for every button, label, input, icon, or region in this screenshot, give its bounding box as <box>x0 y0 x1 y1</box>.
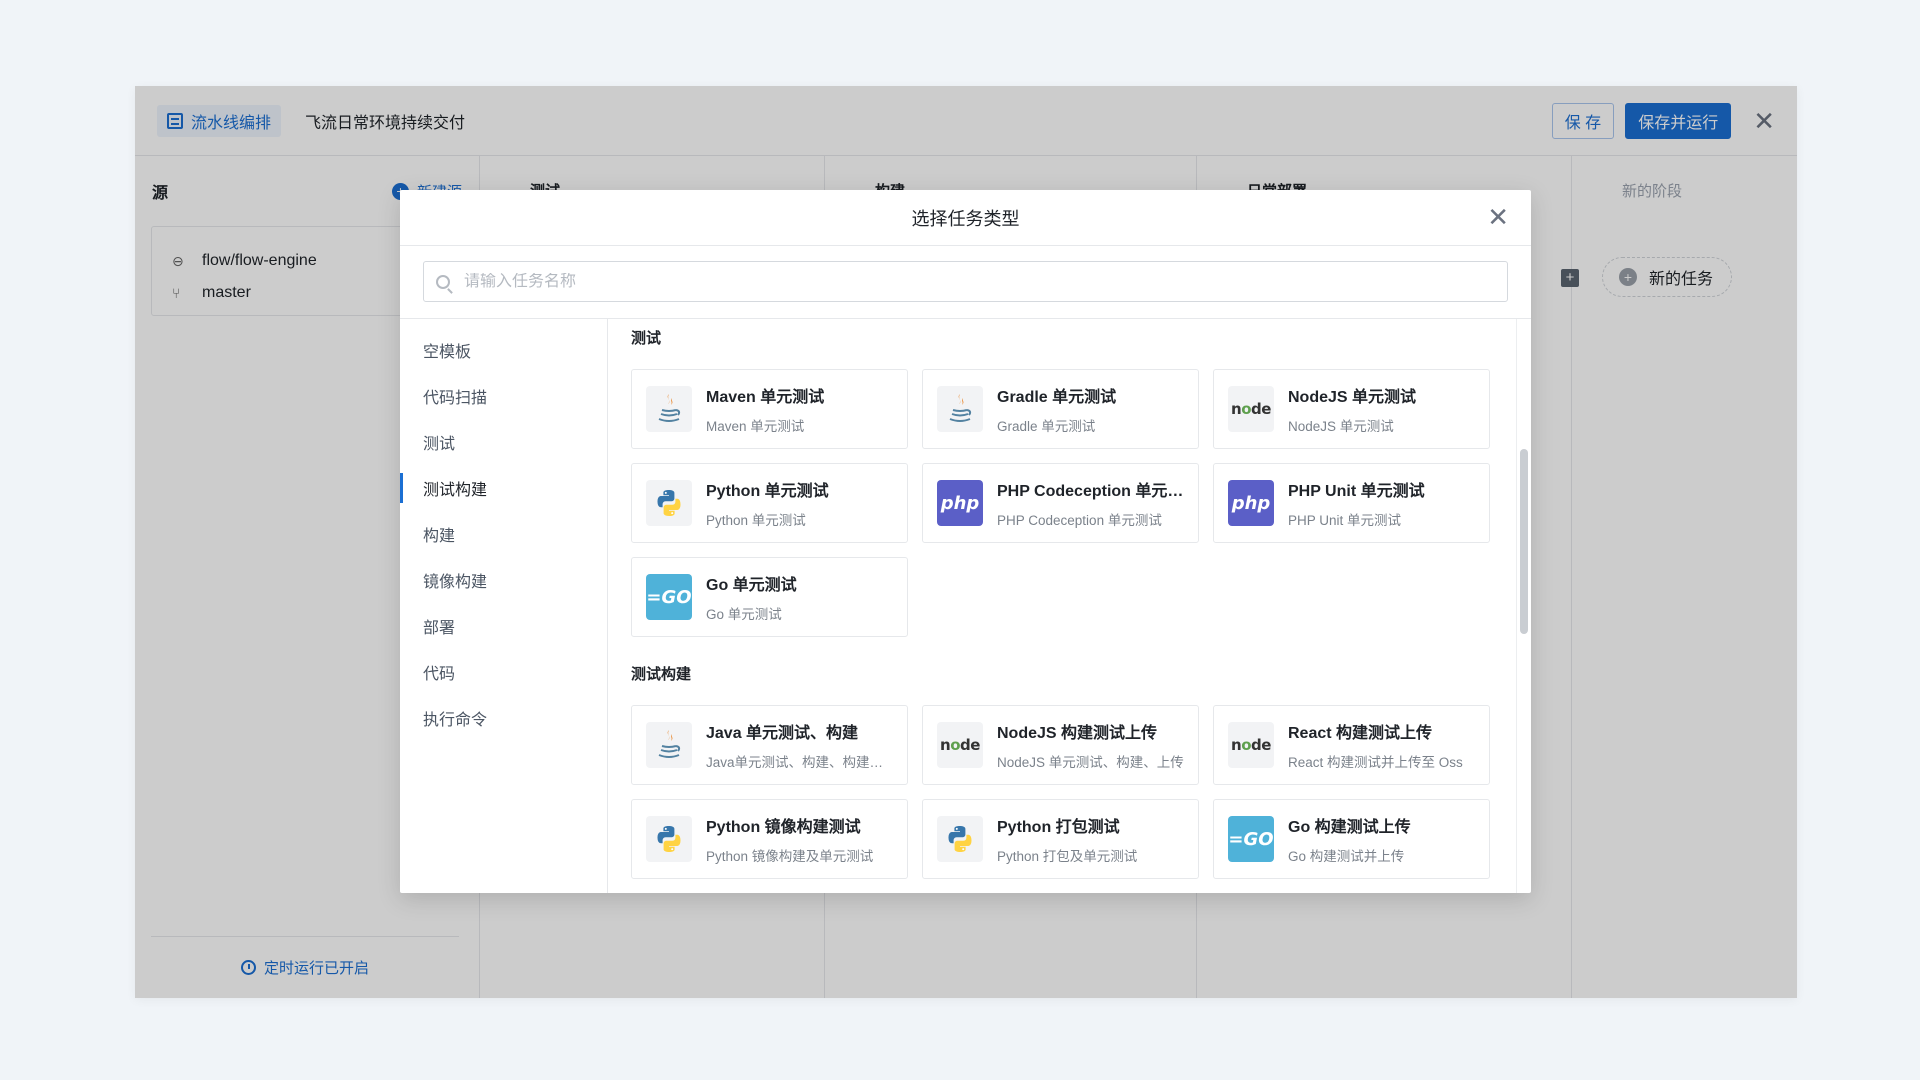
task-card-description: NodeJS 单元测试、构建、上传 <box>997 755 1184 770</box>
go-icon: =GO <box>646 574 692 620</box>
nodejs-icon: n o de <box>937 722 983 768</box>
task-card-title: PHP Codeception 单元测试 <box>997 483 1186 500</box>
task-card[interactable]: n o de NodeJS 单元测试 NodeJS 单元测试 <box>1213 369 1490 449</box>
category-item[interactable]: 代码扫描 <box>400 373 607 419</box>
task-card-title: Python 镜像构建测试 <box>706 819 861 836</box>
task-card-description: Java单元测试、构建、构建物上传 <box>706 755 895 770</box>
task-card-description: Gradle 单元测试 <box>997 419 1096 434</box>
category-item[interactable]: 代码 <box>400 649 607 695</box>
task-card-title: Gradle 单元测试 <box>997 389 1117 406</box>
task-card-description: PHP Unit 单元测试 <box>1288 513 1402 528</box>
scrollbar-track[interactable] <box>1516 319 1531 893</box>
task-card-description: Go 构建测试并上传 <box>1288 849 1405 864</box>
category-item[interactable]: 空模板 <box>400 327 607 373</box>
task-card-title: Python 打包测试 <box>997 819 1120 836</box>
nodejs-icon: n o de <box>1228 386 1274 432</box>
python-icon <box>646 816 692 862</box>
task-card-description: Python 打包及单元测试 <box>997 849 1138 864</box>
python-icon <box>646 480 692 526</box>
section-title: 测试构建 <box>631 666 692 683</box>
task-card-description: PHP Codeception 单元测试 <box>997 513 1162 528</box>
task-card-title: PHP Unit 单元测试 <box>1288 483 1425 500</box>
task-card-description: Python 单元测试 <box>706 513 806 528</box>
task-card-description: NodeJS 单元测试 <box>1288 419 1394 434</box>
java-icon <box>646 722 692 768</box>
task-card[interactable]: Python 打包测试 Python 打包及单元测试 <box>922 799 1199 879</box>
task-card-title: Java 单元测试、构建 <box>706 725 859 742</box>
nodejs-icon: n o de <box>1228 722 1274 768</box>
category-item[interactable]: 构建 <box>400 511 607 557</box>
task-card-description: Go 单元测试 <box>706 607 782 622</box>
task-card-description: Python 镜像构建及单元测试 <box>706 849 874 864</box>
python-icon <box>937 816 983 862</box>
task-card-description: Maven 单元测试 <box>706 419 805 434</box>
task-card[interactable]: n o de React 构建测试上传 React 构建测试并上传至 Oss <box>1213 705 1490 785</box>
go-icon: =GO <box>1228 816 1274 862</box>
dialog-title: 选择任务类型 <box>911 208 1020 229</box>
search-box <box>423 261 1508 302</box>
category-item[interactable]: 执行命令 <box>400 695 607 741</box>
task-list: 测试 Maven 单元测试 Maven 单元测试 Gradle 单元测试 Gradle … <box>608 319 1516 893</box>
task-type-dialog: 选择任务类型 ✕ 空模板代码扫描测试测试构建构建镜像构建部署代码执行命令 测试M… <box>400 190 1531 893</box>
task-card-title: NodeJS 单元测试 <box>1288 389 1417 406</box>
search-icon <box>436 274 450 289</box>
category-item[interactable]: 测试 <box>400 419 607 465</box>
category-item[interactable]: 部署 <box>400 603 607 649</box>
task-card-description: React 构建测试并上传至 Oss <box>1288 755 1463 770</box>
task-card-title: React 构建测试上传 <box>1288 725 1433 742</box>
scrollbar-thumb[interactable] <box>1520 449 1528 634</box>
php-icon: php <box>937 480 983 526</box>
close-icon[interactable]: ✕ <box>1487 204 1509 230</box>
task-card[interactable]: Java 单元测试、构建 Java单元测试、构建、构建物上传 <box>631 705 908 785</box>
task-search-input[interactable] <box>464 272 1507 291</box>
task-card[interactable]: Python 镜像构建测试 Python 镜像构建及单元测试 <box>631 799 908 879</box>
task-card-title: Go 单元测试 <box>706 577 797 594</box>
task-card[interactable]: n o de NodeJS 构建测试上传 NodeJS 单元测试、构建、上传 <box>922 705 1199 785</box>
category-item[interactable]: 镜像构建 <box>400 557 607 603</box>
category-item[interactable]: 测试构建 <box>400 465 607 511</box>
task-card[interactable]: =GO Go 单元测试 Go 单元测试 <box>631 557 908 637</box>
task-card-title: Go 构建测试上传 <box>1288 819 1411 836</box>
task-card[interactable]: =GO Go 构建测试上传 Go 构建测试并上传 <box>1213 799 1490 879</box>
java-icon <box>937 386 983 432</box>
task-card[interactable]: php PHP Unit 单元测试 PHP Unit 单元测试 <box>1213 463 1490 543</box>
task-card[interactable]: Gradle 单元测试 Gradle 单元测试 <box>922 369 1199 449</box>
category-list: 空模板 代码扫描 测试 测试构建 构建 镜像构建 部署 代码 执行命令 <box>400 319 608 893</box>
task-card-title: Maven 单元测试 <box>706 389 825 406</box>
section-title: 测试 <box>631 330 662 347</box>
java-icon <box>646 386 692 432</box>
php-icon: php <box>1228 480 1274 526</box>
task-card-title: NodeJS 构建测试上传 <box>997 725 1158 742</box>
task-card-title: Python 单元测试 <box>706 483 829 500</box>
task-card[interactable]: Python 单元测试 Python 单元测试 <box>631 463 908 543</box>
task-card[interactable]: php PHP Codeception 单元测试 PHP Codeception 单… <box>922 463 1199 543</box>
task-card[interactable]: Maven 单元测试 Maven 单元测试 <box>631 369 908 449</box>
